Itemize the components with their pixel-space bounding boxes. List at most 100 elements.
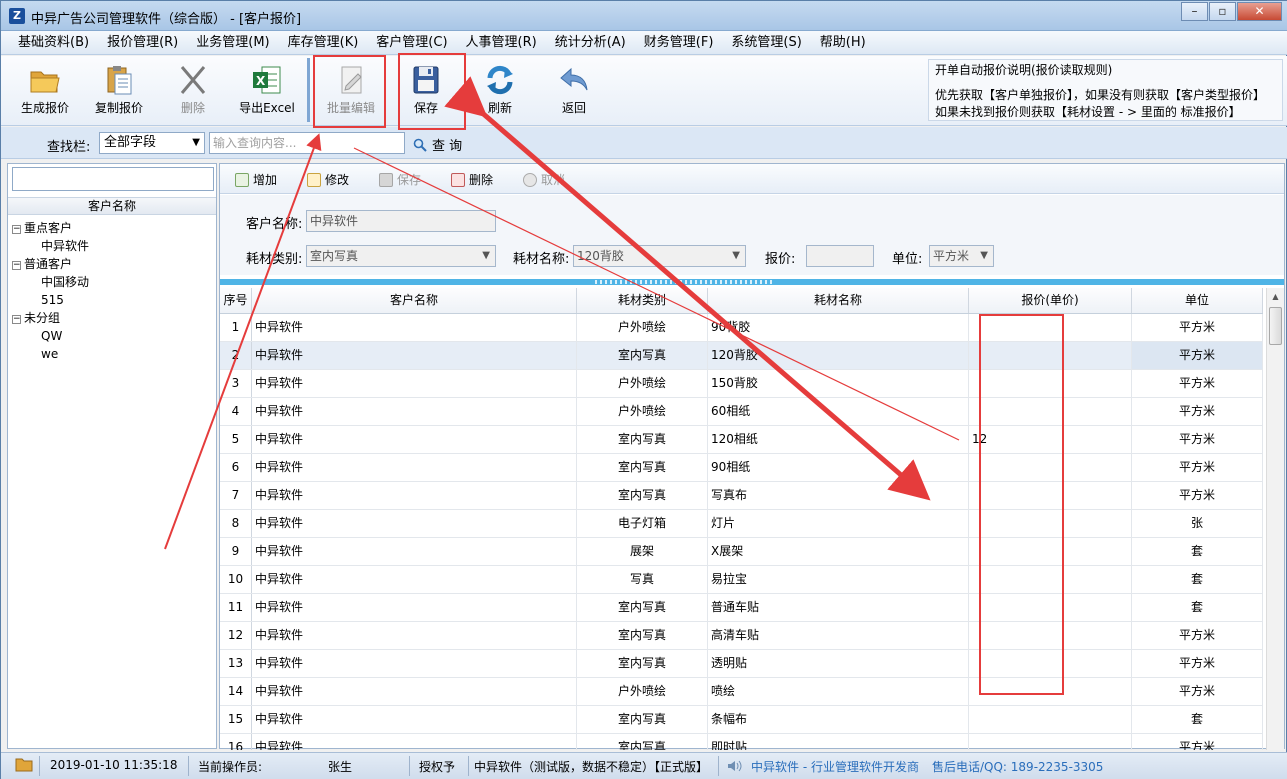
cell-material[interactable]: 喷绘 <box>708 678 969 705</box>
tree-item-customer[interactable]: 515 <box>41 291 64 309</box>
collapse-toggle-icon[interactable]: − <box>12 261 21 270</box>
table-row[interactable]: 16 中异软件 室内写真 即时贴 平方米 <box>220 734 1263 750</box>
table-row[interactable]: 12 中异软件 室内写真 高清车贴 平方米 <box>220 622 1263 650</box>
cell-category[interactable]: 户外喷绘 <box>577 314 708 341</box>
back-button[interactable]: 返回 <box>538 60 610 122</box>
cell-customer[interactable]: 中异软件 <box>252 622 577 649</box>
cell-material[interactable]: 高清车贴 <box>708 622 969 649</box>
cell-category[interactable]: 室内写真 <box>577 482 708 509</box>
table-row[interactable]: 14 中异软件 户外喷绘 喷绘 平方米 <box>220 678 1263 706</box>
cell-customer[interactable]: 中异软件 <box>252 538 577 565</box>
menu-quote-management[interactable]: 报价管理(R) <box>98 31 187 55</box>
customer-name-field[interactable]: 中异软件 <box>306 210 496 232</box>
cell-index[interactable]: 13 <box>220 650 252 677</box>
delete-button[interactable]: 删除 <box>157 60 229 122</box>
tree-item-customer[interactable]: 中国移动 <box>41 273 89 291</box>
cell-material[interactable]: 120背胶 <box>708 342 969 369</box>
status-support[interactable]: 售后电话/QQ: 189-2235-3305 <box>932 758 1103 775</box>
menu-statistics[interactable]: 统计分析(A) <box>546 31 635 55</box>
tree-group-key-customers[interactable]: − 重点客户 <box>12 219 72 237</box>
copy-quote-button[interactable]: 复制报价 <box>83 60 155 122</box>
cell-unit[interactable]: 套 <box>1132 706 1263 733</box>
cell-index[interactable]: 12 <box>220 622 252 649</box>
search-field-select[interactable]: 全部字段 ▼ <box>99 132 205 154</box>
cell-material[interactable]: 普通车贴 <box>708 594 969 621</box>
collapse-toggle-icon[interactable]: − <box>12 225 21 234</box>
table-row[interactable]: 2 中异软件 室内写真 120背胶 平方米 <box>220 342 1263 370</box>
cell-index[interactable]: 10 <box>220 566 252 593</box>
cell-material[interactable]: 写真布 <box>708 482 969 509</box>
unit-select[interactable]: 平方米 ▼ <box>929 245 994 267</box>
cell-category[interactable]: 室内写真 <box>577 454 708 481</box>
table-row[interactable]: 3 中异软件 户外喷绘 150背胶 平方米 <box>220 370 1263 398</box>
col-header-index[interactable]: 序号 <box>220 288 252 313</box>
query-button[interactable]: 查 询 <box>413 135 462 156</box>
price-field[interactable] <box>806 245 874 267</box>
grid-vertical-scrollbar[interactable]: ▲ <box>1266 288 1284 750</box>
cell-category[interactable]: 户外喷绘 <box>577 370 708 397</box>
edit-button[interactable]: 修改 <box>307 171 349 188</box>
search-input[interactable]: 输入查询内容... <box>209 132 405 154</box>
col-header-price[interactable]: 报价(单价) <box>969 288 1132 313</box>
scroll-thumb[interactable] <box>1269 307 1282 345</box>
cell-unit[interactable]: 套 <box>1132 566 1263 593</box>
cell-material[interactable]: 120相纸 <box>708 426 969 453</box>
menu-inventory-management[interactable]: 库存管理(K) <box>279 31 368 55</box>
table-row[interactable]: 15 中异软件 室内写真 条幅布 套 <box>220 706 1263 734</box>
cell-customer[interactable]: 中异软件 <box>252 594 577 621</box>
cell-material[interactable]: 易拉宝 <box>708 566 969 593</box>
table-row[interactable]: 4 中异软件 户外喷绘 60相纸 平方米 <box>220 398 1263 426</box>
cell-category[interactable]: 室内写真 <box>577 734 708 750</box>
cell-category[interactable]: 室内写真 <box>577 426 708 453</box>
tree-item-customer[interactable]: we <box>41 345 58 363</box>
cell-price[interactable] <box>969 734 1132 750</box>
menu-help[interactable]: 帮助(H) <box>811 31 875 55</box>
cell-category[interactable]: 室内写真 <box>577 594 708 621</box>
cell-index[interactable]: 15 <box>220 706 252 733</box>
collapse-toggle-icon[interactable]: − <box>12 315 21 324</box>
cell-customer[interactable]: 中异软件 <box>252 426 577 453</box>
cell-category[interactable]: 室内写真 <box>577 706 708 733</box>
cell-material[interactable]: 透明贴 <box>708 650 969 677</box>
cell-customer[interactable]: 中异软件 <box>252 482 577 509</box>
cell-index[interactable]: 1 <box>220 314 252 341</box>
cell-material[interactable]: 90相纸 <box>708 454 969 481</box>
table-row[interactable]: 7 中异软件 室内写真 写真布 平方米 <box>220 482 1263 510</box>
cell-customer[interactable]: 中异软件 <box>252 314 577 341</box>
cell-index[interactable]: 8 <box>220 510 252 537</box>
cell-category[interactable]: 写真 <box>577 566 708 593</box>
cell-material[interactable]: 90背胶 <box>708 314 969 341</box>
cell-unit[interactable]: 平方米 <box>1132 734 1263 750</box>
cell-unit[interactable]: 平方米 <box>1132 482 1263 509</box>
cell-customer[interactable]: 中异软件 <box>252 454 577 481</box>
table-row[interactable]: 5 中异软件 室内写真 120相纸 12 平方米 <box>220 426 1263 454</box>
cell-customer[interactable]: 中异软件 <box>252 734 577 750</box>
menu-customer-management[interactable]: 客户管理(C) <box>367 31 456 55</box>
maximize-icon[interactable]: ▫ <box>1209 2 1236 21</box>
cell-index[interactable]: 4 <box>220 398 252 425</box>
cell-unit[interactable]: 平方米 <box>1132 342 1263 369</box>
col-header-material[interactable]: 耗材名称 <box>708 288 969 313</box>
close-icon[interactable]: ✕ <box>1237 2 1282 21</box>
table-row[interactable]: 8 中异软件 电子灯箱 灯片 张 <box>220 510 1263 538</box>
menu-finance[interactable]: 财务管理(F) <box>635 31 723 55</box>
cell-index[interactable]: 11 <box>220 594 252 621</box>
cell-price[interactable] <box>969 706 1132 733</box>
refresh-button[interactable]: 刷新 <box>464 60 536 122</box>
cell-material[interactable]: X展架 <box>708 538 969 565</box>
col-header-unit[interactable]: 单位 <box>1132 288 1263 313</box>
cell-material[interactable]: 即时贴 <box>708 734 969 750</box>
tree-item-customer[interactable]: QW <box>41 327 62 345</box>
table-row[interactable]: 11 中异软件 室内写真 普通车贴 套 <box>220 594 1263 622</box>
material-name-select[interactable]: 120背胶 ▼ <box>573 245 746 267</box>
tree-filter-input[interactable] <box>12 167 214 191</box>
table-row[interactable]: 9 中异软件 展架 X展架 套 <box>220 538 1263 566</box>
cell-category[interactable]: 室内写真 <box>577 622 708 649</box>
cell-unit[interactable]: 平方米 <box>1132 678 1263 705</box>
detail-delete-button[interactable]: 删除 <box>451 171 493 188</box>
cell-material[interactable]: 条幅布 <box>708 706 969 733</box>
cell-unit[interactable]: 张 <box>1132 510 1263 537</box>
table-row[interactable]: 10 中异软件 写真 易拉宝 套 <box>220 566 1263 594</box>
cell-customer[interactable]: 中异软件 <box>252 706 577 733</box>
cell-index[interactable]: 2 <box>220 342 252 369</box>
